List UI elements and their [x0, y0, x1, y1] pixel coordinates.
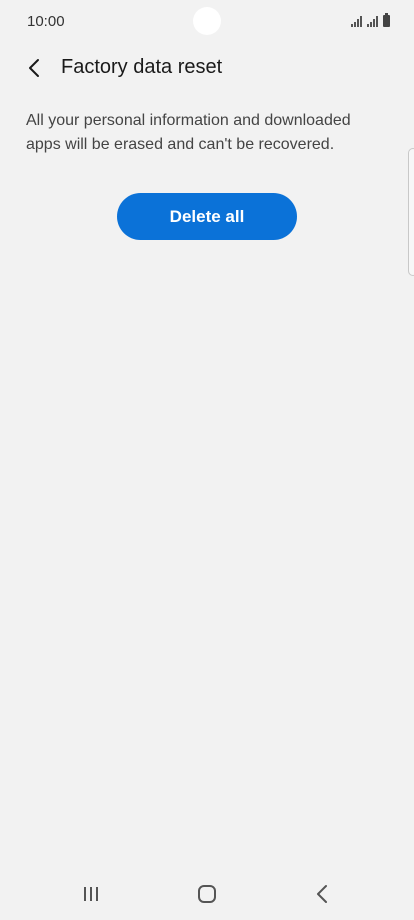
signal-icon-secondary	[367, 16, 378, 27]
reset-description: All your personal information and downlo…	[26, 112, 351, 153]
status-time: 10:00	[27, 13, 65, 30]
status-bar: 10:00	[0, 0, 414, 42]
recents-icon	[84, 887, 98, 901]
home-icon	[198, 885, 216, 903]
recents-button[interactable]	[69, 878, 113, 910]
camera-cutout	[193, 7, 221, 35]
back-button[interactable]	[18, 52, 50, 84]
screen: 10:00 Factory data reset All your person…	[0, 0, 414, 920]
chevron-left-icon	[29, 59, 39, 77]
scroll-handle[interactable]	[408, 148, 414, 276]
status-icons	[351, 13, 390, 27]
battery-icon	[383, 13, 390, 27]
header: Factory data reset	[0, 44, 414, 90]
nav-bar	[0, 872, 414, 920]
signal-icon	[351, 16, 362, 27]
back-icon	[317, 885, 327, 903]
nav-back-button[interactable]	[300, 878, 344, 910]
home-button[interactable]	[185, 878, 229, 910]
delete-all-button[interactable]: Delete all	[117, 193, 297, 240]
page-title: Factory data reset	[61, 56, 223, 78]
